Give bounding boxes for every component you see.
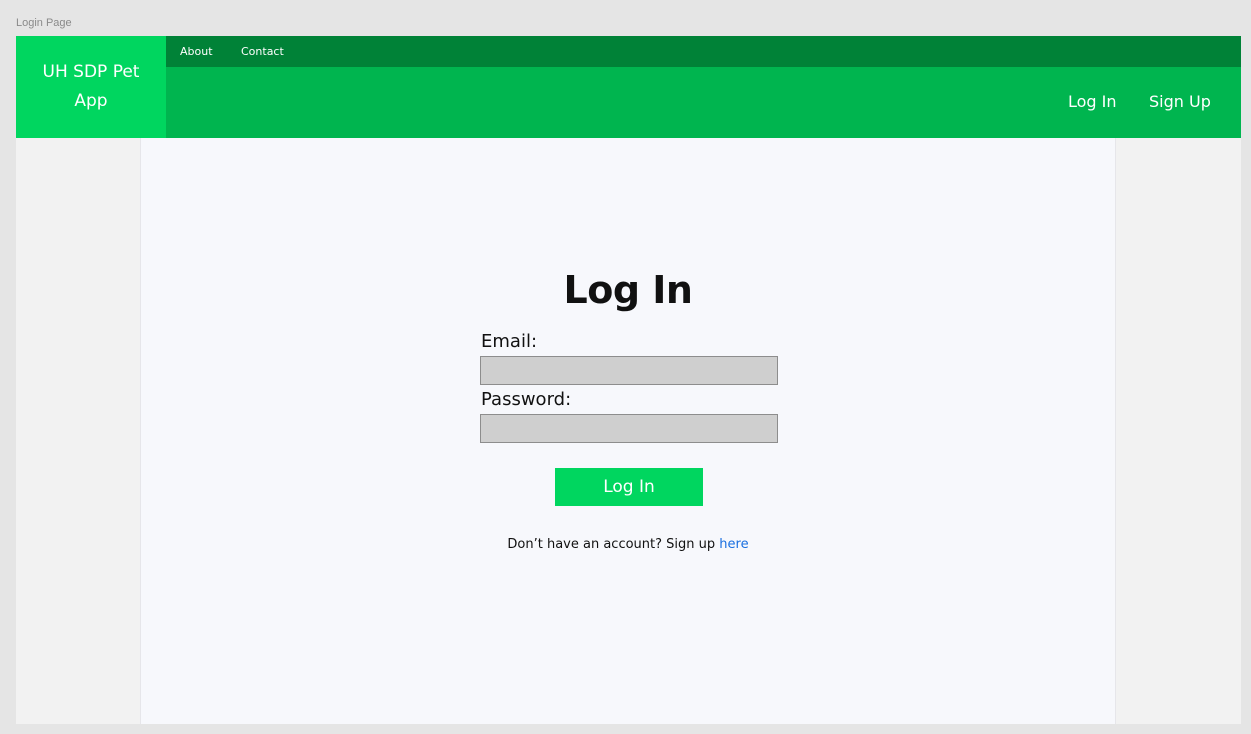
- login-submit-button[interactable]: Log In: [555, 468, 703, 506]
- signup-here-link[interactable]: here: [719, 537, 748, 552]
- about-link[interactable]: About: [180, 45, 213, 58]
- brand-name: UH SDP Pet App: [42, 62, 140, 111]
- nav-login-link[interactable]: Log In: [1068, 92, 1117, 111]
- password-field[interactable]: [480, 414, 778, 443]
- page-title: Log In: [563, 268, 693, 312]
- nav-signup-link[interactable]: Sign Up: [1149, 92, 1211, 111]
- frame-label: Login Page: [16, 17, 72, 29]
- design-canvas: Login Page UH SDP Pet App About Contact …: [0, 0, 1251, 734]
- email-field[interactable]: [480, 356, 778, 385]
- login-page-frame: UH SDP Pet App About Contact Log In Sign…: [16, 36, 1241, 724]
- top-utility-bar: About Contact: [166, 36, 1241, 67]
- main-nav-bar: Log In Sign Up: [166, 67, 1241, 138]
- brand-logo[interactable]: UH SDP Pet App: [16, 36, 166, 138]
- contact-link[interactable]: Contact: [241, 45, 284, 58]
- email-label: Email:: [481, 331, 538, 352]
- main-content: Log In Email: Password: Log In Don’t hav…: [140, 138, 1116, 724]
- signup-prompt: Don’t have an account? Sign up here: [141, 537, 1115, 552]
- password-label: Password:: [481, 389, 572, 410]
- signup-prompt-text: Don’t have an account? Sign up: [507, 537, 716, 552]
